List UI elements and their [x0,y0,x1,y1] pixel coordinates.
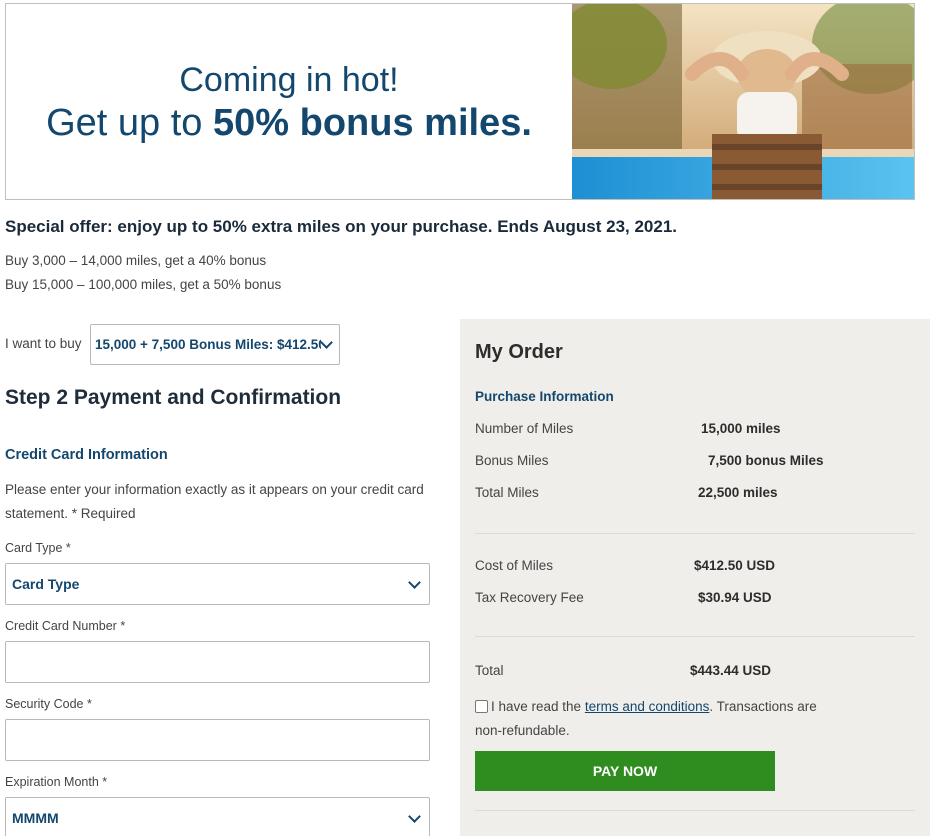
card-number-label: Credit Card Number * [5,619,126,633]
offer-tier-2: Buy 15,000 – 100,000 miles, get a 50% bo… [5,277,282,292]
total-miles-label: Total Miles [475,485,539,500]
pay-now-button[interactable]: PAY NOW [475,751,775,791]
terms-link[interactable]: terms and conditions [585,699,710,714]
total-miles-value: 22,500 miles [698,485,778,500]
divider [475,810,915,811]
bonus-miles-label: Bonus Miles [475,453,549,468]
tax-recovery-fee-value: $30.94 USD [698,590,772,605]
number-of-miles-value: 15,000 miles [701,421,781,436]
divider [475,533,915,534]
divider [475,636,915,637]
terms-checkbox[interactable] [475,700,488,713]
expiration-month-value: MMMM [12,810,59,826]
card-type-select[interactable]: Card Type [5,563,430,605]
credit-card-section-title: Credit Card Information [5,447,168,463]
buy-label: I want to buy [5,336,82,351]
miles-package-value: 15,000 + 7,500 Bonus Miles: $412.50 [95,337,321,352]
banner-photo-woman-by-pool [572,4,914,199]
number-of-miles-label: Number of Miles [475,421,574,436]
card-type-value: Card Type [12,576,80,592]
credit-card-instructions: Please enter your information exactly as… [5,482,424,521]
purchase-info-title: Purchase Information [475,389,614,404]
total-value: $443.44 USD [690,663,772,678]
terms-agreement: I have read the terms and conditions. Tr… [475,699,817,738]
bonus-miles-value: 7,500 bonus Miles [708,453,824,468]
cost-of-miles-label: Cost of Miles [475,558,554,573]
order-title: My Order [475,341,563,363]
miles-package-select[interactable]: 15,000 + 7,500 Bonus Miles: $412.50 [90,324,340,365]
total-label: Total [475,663,504,678]
offer-title: Special offer: enjoy up to 50% extra mil… [5,217,678,236]
chevron-down-icon [320,336,333,349]
security-code-input[interactable] [5,719,430,761]
expiration-month-select[interactable]: MMMM [5,797,430,836]
cost-of-miles-value: $412.50 USD [694,558,776,573]
step-title: Step 2 Payment and Confirmation [5,386,342,409]
offer-tier-1: Buy 3,000 – 14,000 miles, get a 40% bonu… [5,253,267,268]
chevron-down-icon [408,810,421,823]
card-type-label: Card Type * [5,541,71,555]
security-code-label: Security Code * [5,697,92,711]
chevron-down-icon [408,576,421,589]
promo-banner: Coming in hot! Get up to 50% bonus miles… [5,3,915,200]
order-summary-panel: My Order Purchase Information Number of … [460,319,930,836]
banner-text: Coming in hot! Get up to 50% bonus miles… [6,4,572,199]
banner-headline: Coming in hot! [179,60,399,99]
banner-subheadline: Get up to 50% bonus miles. [46,101,532,144]
card-number-input[interactable] [5,641,430,683]
expiration-month-label: Expiration Month * [5,775,108,789]
tax-recovery-fee-label: Tax Recovery Fee [475,590,584,605]
